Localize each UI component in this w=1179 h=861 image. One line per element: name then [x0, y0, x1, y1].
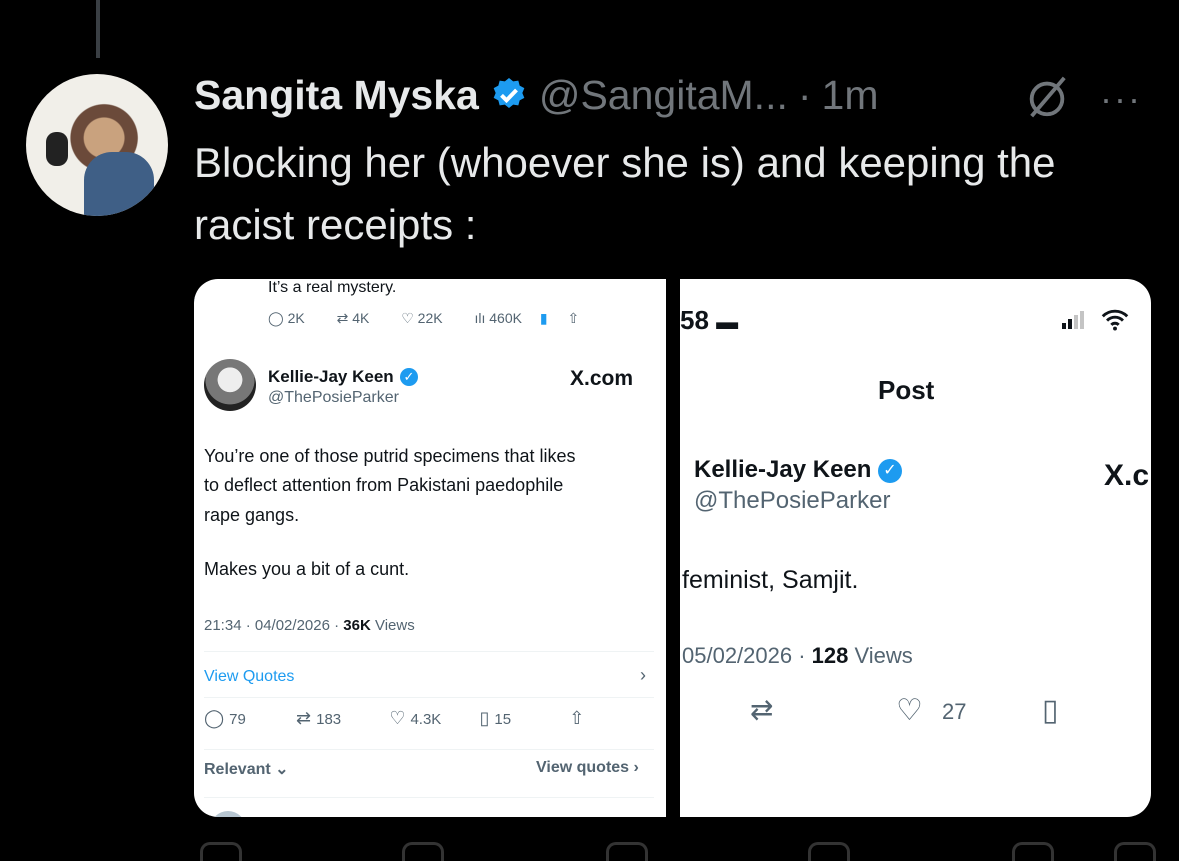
chevron-down-icon: ⌄: [275, 761, 289, 778]
wifi-icon: [1101, 309, 1129, 331]
sort-relevant-label: Relevant: [204, 761, 271, 778]
status-bar-time: 58 ▬: [680, 305, 738, 336]
reply-icon[interactable]: [200, 842, 242, 861]
verified-badge-icon: ✓: [400, 368, 418, 386]
author-name[interactable]: Sangita Myska: [194, 72, 479, 119]
reply-count: 79: [229, 711, 246, 728]
quoted-body-line-4: Makes you a bit of a cunt.: [204, 559, 410, 579]
media-attachment[interactable]: It’s a real mystery. ◯ 2K ⇄ 4K ♡ 22K ılı…: [194, 279, 1151, 817]
screenshot-left: It’s a real mystery. ◯ 2K ⇄ 4K ♡ 22K ılı…: [194, 279, 666, 817]
signal-icon: [1062, 311, 1084, 334]
grok-icon[interactable]: [1024, 74, 1070, 120]
meta-views-count: 36K: [343, 617, 371, 634]
quoted-action-bar: ◯ 79 ⇄ 183 ♡ 4.3K ▯ 15 ⇧: [204, 708, 584, 729]
post-time[interactable]: 1m: [822, 72, 879, 119]
share-icon: ⇧: [569, 708, 585, 728]
header-separator: ·: [797, 71, 812, 118]
repost-icon: ⇄: [296, 708, 317, 728]
meta-views-count: 128: [811, 643, 849, 668]
reply-icon: ◯: [204, 708, 230, 728]
like-icon: ♡: [401, 310, 418, 326]
screenshot-right: 58 ▬ Post Kellie-Jay Keen ✓ @ThePosiePar…: [680, 279, 1151, 817]
meta-time: 21:34 · 04/02/2026 ·: [204, 617, 340, 634]
quoted-author-handle: @ThePosieParker: [268, 389, 399, 406]
post-meta: 05/02/2026 · 128 Views: [682, 643, 913, 669]
view-quotes-bottom: View quotes ›: [536, 759, 639, 776]
quoted-body-line-2: to deflect attention from Pakistani paed…: [204, 475, 564, 495]
tweet-text: Blocking her (whoever she is) and keepin…: [194, 139, 1056, 248]
like-icon: ♡: [896, 694, 923, 727]
author-handle[interactable]: @SangitaM...: [539, 72, 788, 119]
thread-line: [96, 0, 100, 58]
quoted-body-line-3: rape gangs.: [204, 505, 300, 525]
previous-post-text: It’s a real mystery.: [268, 279, 397, 296]
meta-date: 05/02/2026 ·: [682, 643, 806, 668]
bookmark-filled-icon: ▮: [539, 310, 548, 326]
bookmark-count: 15: [494, 711, 512, 728]
post-author-handle: @ThePosieParker: [694, 487, 891, 514]
tweet-action-bar-partial: [194, 842, 1156, 861]
repost-icon: ⇄: [750, 694, 774, 725]
meta-views-label: Views: [854, 643, 913, 668]
bookmark-icon[interactable]: [1012, 842, 1054, 861]
next-reply-avatar: [210, 811, 246, 817]
share-icon: ⇧: [567, 310, 580, 326]
quoted-author-avatar: [204, 359, 256, 411]
repost-count: 4K: [352, 310, 370, 326]
previous-post-actions: ◯ 2K ⇄ 4K ♡ 22K ılı 460K ▮ ⇧: [268, 310, 579, 327]
status-time: 58: [680, 305, 709, 335]
repost-icon[interactable]: [402, 842, 444, 861]
view-quotes-link: View Quotes: [204, 668, 295, 685]
divider: [204, 749, 654, 750]
avatar[interactable]: [26, 74, 168, 216]
more-options-icon[interactable]: ···: [1100, 78, 1142, 120]
views-icon[interactable]: [808, 842, 850, 861]
reply-count: 2K: [287, 310, 305, 326]
divider: [204, 651, 654, 652]
chevron-right-icon: ›: [640, 665, 646, 685]
like-count: 22K: [417, 310, 443, 326]
share-icon[interactable]: [1114, 842, 1156, 861]
like-icon: ♡: [389, 708, 411, 728]
post-body: feminist, Samjit.: [682, 566, 859, 594]
repost-count: 183: [316, 711, 342, 728]
bookmark-icon: ▯: [1042, 694, 1059, 727]
verified-badge-icon: [493, 78, 525, 108]
x-brand-label: X.c: [1104, 459, 1150, 492]
verified-badge-icon: ✓: [878, 459, 902, 483]
sleep-mode-icon: ▬: [716, 309, 739, 334]
views-icon: ılı: [474, 310, 490, 326]
post-author-name: Kellie-Jay Keen: [694, 456, 872, 483]
avatar-microphone: [46, 132, 68, 166]
divider: [204, 797, 654, 798]
like-count: 4.3K: [410, 711, 442, 728]
page-title: Post: [878, 375, 935, 405]
divider: [204, 697, 654, 698]
tweet-header: Sangita Myska @SangitaM... · 1m: [194, 70, 878, 120]
like-count: 27: [942, 699, 967, 724]
quoted-body-line-1: You’re one of those putrid specimens tha…: [204, 446, 576, 466]
quoted-meta: 21:34 · 04/02/2026 · 36K Views: [204, 617, 415, 634]
repost-icon: ⇄: [336, 310, 353, 326]
sort-relevant: Relevant ⌄: [204, 759, 289, 779]
quoted-author-name: Kellie-Jay Keen: [268, 367, 394, 386]
reply-icon: ◯: [268, 310, 288, 326]
x-brand-label: X.com: [570, 367, 634, 390]
like-icon[interactable]: [606, 842, 648, 861]
views-count: 460K: [489, 310, 522, 326]
meta-views-label: Views: [374, 617, 415, 634]
bookmark-icon: ▯: [479, 708, 495, 728]
avatar-shirt: [84, 152, 154, 216]
reply-thread-line: [194, 279, 195, 301]
